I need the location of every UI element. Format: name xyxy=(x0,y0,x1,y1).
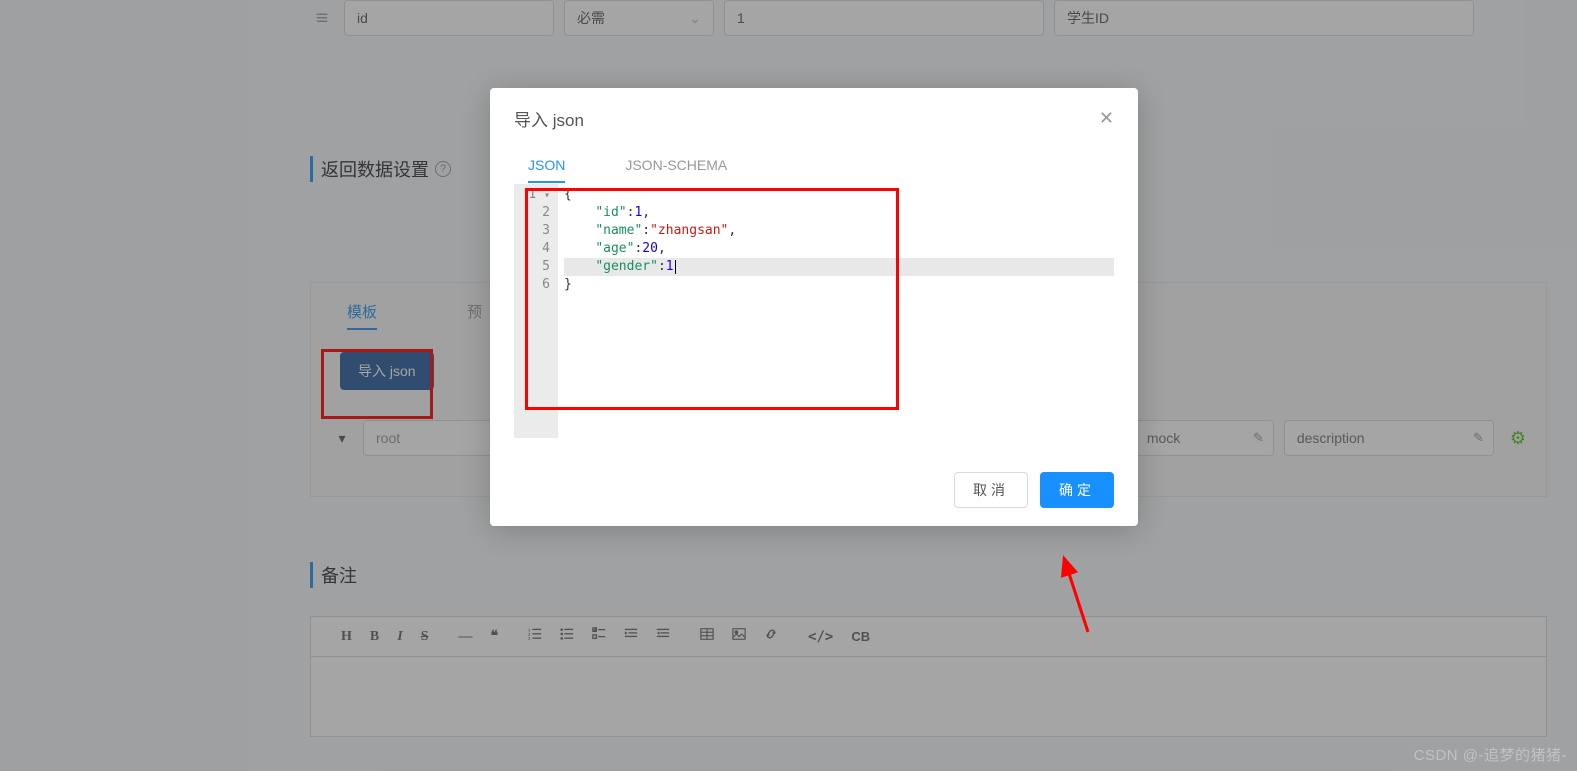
modal-header: 导入 json ✕ xyxy=(490,88,1138,149)
json-tabs: JSON JSON-SCHEMA xyxy=(514,149,1114,184)
modal-footer: 取消 确定 xyxy=(490,458,1138,526)
close-icon[interactable]: ✕ xyxy=(1099,108,1114,129)
import-json-modal: 导入 json ✕ JSON JSON-SCHEMA 1 ▾ 2 3 4 5 6… xyxy=(490,88,1138,526)
code-editor[interactable]: 1 ▾ 2 3 4 5 6 { "id":1, "name":"zhangsan… xyxy=(514,184,1114,438)
tab-json[interactable]: JSON xyxy=(528,149,565,183)
gutter: 1 ▾ 2 3 4 5 6 xyxy=(514,184,558,438)
modal-title: 导入 json xyxy=(514,106,584,131)
text-cursor xyxy=(675,260,676,274)
cancel-button[interactable]: 取消 xyxy=(954,472,1028,508)
watermark: CSDN @-追梦的猪猪- xyxy=(1414,744,1567,765)
code-lines[interactable]: { "id":1, "name":"zhangsan", "age":20, "… xyxy=(558,184,1114,438)
tab-json-schema[interactable]: JSON-SCHEMA xyxy=(625,149,727,183)
ok-button[interactable]: 确定 xyxy=(1040,472,1114,508)
